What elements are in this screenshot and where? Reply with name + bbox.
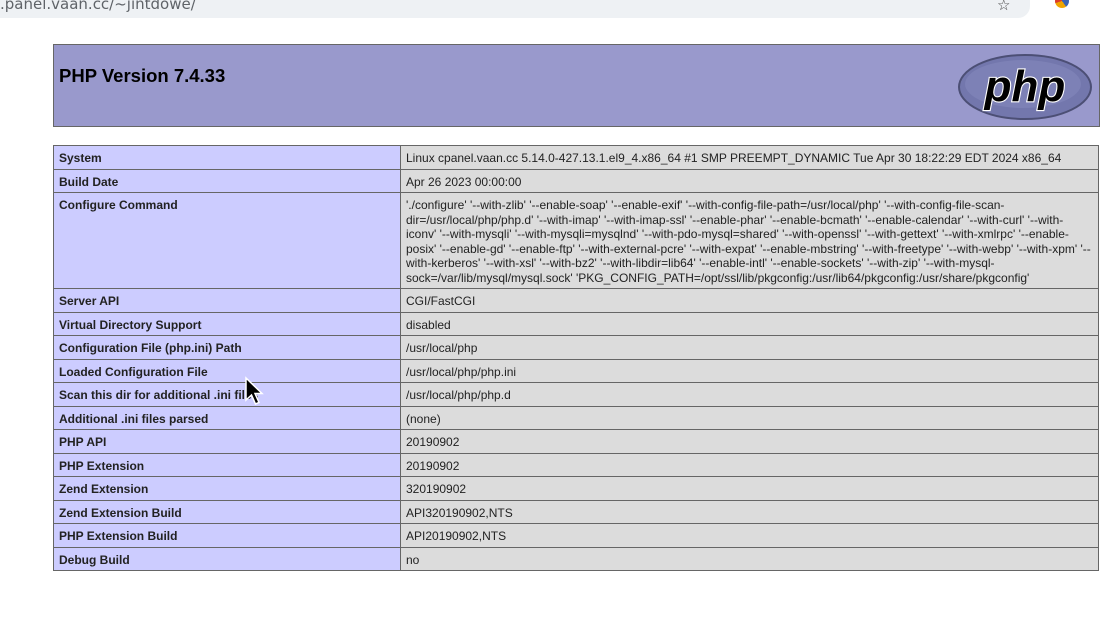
row-key: Zend Extension <box>53 476 401 501</box>
page-title: PHP Version 7.4.33 <box>59 65 226 86</box>
row-key: Build Date <box>53 168 401 193</box>
row-value: /usr/local/php/php.ini <box>400 358 1099 383</box>
table-row: Scan this dir for additional .ini files /… <box>53 382 1099 407</box>
row-key: System <box>53 145 401 170</box>
table-row: Configure Command './configure' '--with-z… <box>53 192 1099 289</box>
php-logo: php <box>958 54 1092 120</box>
phpinfo-header: PHP Version 7.4.33 php <box>53 44 1100 127</box>
row-value: './configure' '--with-zlib' '--enable-so… <box>400 192 1099 289</box>
row-value: 20190902 <box>400 452 1099 477</box>
row-value: disabled <box>400 311 1099 336</box>
table-row: Loaded Configuration File/usr/local/php/… <box>53 358 1099 383</box>
row-key: Server API <box>53 288 401 313</box>
row-key: Configure Command <box>53 192 401 289</box>
table-row: Zend Extension Build API320190902,NTS <box>53 499 1099 524</box>
row-value: (none) <box>400 405 1099 430</box>
table-row: Virtual Directory Support disabled <box>53 311 1099 336</box>
row-value: CGI/FastCGI <box>400 288 1099 313</box>
phpinfo-page: PHP Version 7.4.33 php System Linux cpane… <box>53 44 1100 571</box>
row-key: Configuration File (php.ini) Path <box>53 335 401 360</box>
table-row: Zend Extension 320190902 <box>53 476 1099 501</box>
row-value: /usr/local/php/php.d <box>400 382 1099 407</box>
table-row: System Linux cpanel.vaan.cc 5.14.0-427.13… <box>53 145 1099 170</box>
row-value: Apr 26 2023 00:00:00 <box>400 168 1099 193</box>
row-value: no <box>400 546 1099 571</box>
url-field[interactable]: .panel.vaan.cc/~jintdowe/ <box>0 0 1030 18</box>
row-value: API320190902,NTS <box>400 499 1099 524</box>
browser-address-bar: .panel.vaan.cc/~jintdowe/ ☆ <box>0 0 1100 22</box>
row-value: Linux cpanel.vaan.cc 5.14.0-427.13.1.el9… <box>400 145 1099 170</box>
row-key: Loaded Configuration File <box>53 358 401 383</box>
php-logo-text: php <box>984 62 1066 111</box>
table-row: Configuration File (php.ini) Path/usr/lo… <box>53 335 1099 360</box>
table-row: Server API CGI/FastCGI <box>53 288 1099 313</box>
row-key: Zend Extension Build <box>53 499 401 524</box>
star-icon[interactable]: ☆ <box>997 0 1010 14</box>
extension-icon[interactable] <box>1055 0 1069 8</box>
table-row: Debug Build no <box>53 546 1099 571</box>
row-key: Virtual Directory Support <box>53 311 401 336</box>
row-value: API20190902,NTS <box>400 523 1099 548</box>
table-row: Additional .ini files parsed (none) <box>53 405 1099 430</box>
row-key: Debug Build <box>53 546 401 571</box>
php-info-table: System Linux cpanel.vaan.cc 5.14.0-427.13… <box>53 145 1099 571</box>
table-row: PHP API 20190902 <box>53 429 1099 454</box>
row-key: PHP API <box>53 429 401 454</box>
url-text: .panel.vaan.cc/~jintdowe/ <box>0 0 196 13</box>
row-key: Additional .ini files parsed <box>53 405 401 430</box>
row-value: 20190902 <box>400 429 1099 454</box>
row-value: 320190902 <box>400 476 1099 501</box>
row-key: Scan this dir for additional .ini files <box>53 382 401 407</box>
row-value: /usr/local/php <box>400 335 1099 360</box>
table-row: PHP Extension Build API20190902,NTS <box>53 523 1099 548</box>
table-row: Build Date Apr 26 2023 00:00:00 <box>53 168 1099 193</box>
row-key: PHP Extension <box>53 452 401 477</box>
mouse-cursor-icon <box>245 376 264 405</box>
table-row: PHP Extension 20190902 <box>53 452 1099 477</box>
row-key: PHP Extension Build <box>53 523 401 548</box>
